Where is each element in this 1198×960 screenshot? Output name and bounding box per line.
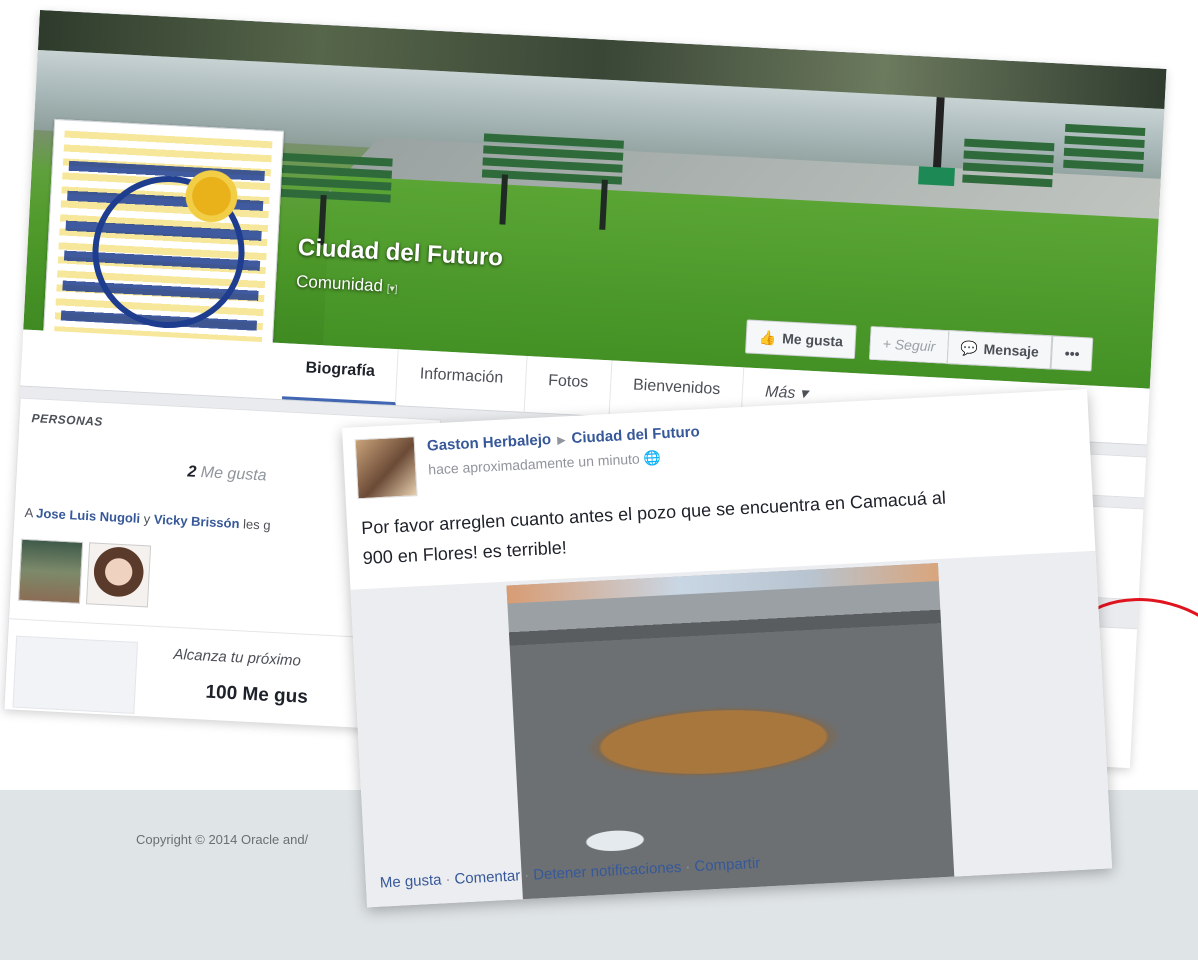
separator: · [684,858,691,876]
page-category-label: Comunidad [295,271,384,296]
follow-label: + Seguir [882,335,936,355]
arrow-right-icon: ▶ [556,434,566,447]
thumbs-up-icon: 👍 [758,329,777,346]
category-caret-icon: [▾] [386,283,398,296]
follow-button[interactable]: + Seguir [868,325,949,364]
post-timestamp[interactable]: hace aproximadamente un minuto 🌐 [428,449,662,478]
target-page-link[interactable]: Ciudad del Futuro [571,423,700,447]
likes-label: Me gusta [200,464,267,485]
post-time-text: hace aproximadamente un minuto [427,450,641,478]
comment-action[interactable]: Comentar [454,867,521,887]
copyright-text: Copyright © 2014 Oracle and/ [136,832,309,847]
tab-biografia[interactable]: Biografía [281,343,400,406]
lamp-base [918,166,955,187]
globe-icon: 🌐 [643,449,662,467]
liked-by-and: y [143,511,151,527]
likes-number: 2 [186,463,197,481]
message-button[interactable]: 💬 Mensaje [946,329,1053,370]
friend-avatar-2[interactable] [85,542,152,608]
tab-informacion[interactable]: Información [396,349,528,412]
author-avatar[interactable] [354,436,418,500]
photo-wall [506,562,939,604]
goal-text: Alcanza tu próximo [173,645,302,670]
facebook-post-screenshot: Gaston Herbalejo ▶ Ciudad del Futuro hace … [342,388,1113,908]
message-label: Mensaje [983,340,1040,360]
goal-value: 100 Me gus [204,681,309,708]
profile-picture[interactable] [42,118,285,361]
author-link[interactable]: Gaston Herbalejo [427,431,552,454]
like-page-button[interactable]: 👍 Me gusta [744,319,857,360]
friend-link-2[interactable]: Vicky Brissón [153,512,239,531]
post-photo-area [350,550,1113,908]
people-section-title: PERSONAS [31,411,104,429]
message-icon: 💬 [959,339,979,357]
tab-fotos[interactable]: Fotos [524,355,613,417]
profile-logo [53,130,273,350]
liked-by-text: A Jose Luis Nugoli y Vicky Brissón les g [24,505,271,533]
more-dots-icon: ••• [1064,345,1080,362]
share-action[interactable]: Compartir [694,855,761,875]
liked-by-prefix: A [24,504,34,521]
separator: · [445,870,451,889]
like-page-label: Me gusta [781,330,844,350]
more-options-button[interactable]: ••• [1050,335,1094,372]
friend-link-1[interactable]: Jose Luis Nugoli [36,506,141,526]
liked-by-suffix: les g [242,516,271,533]
friend-avatar-1[interactable] [18,538,84,604]
like-action[interactable]: Me gusta [379,871,442,891]
separator: · [523,866,530,885]
thumbs-up-sparkle-icon [12,635,139,714]
